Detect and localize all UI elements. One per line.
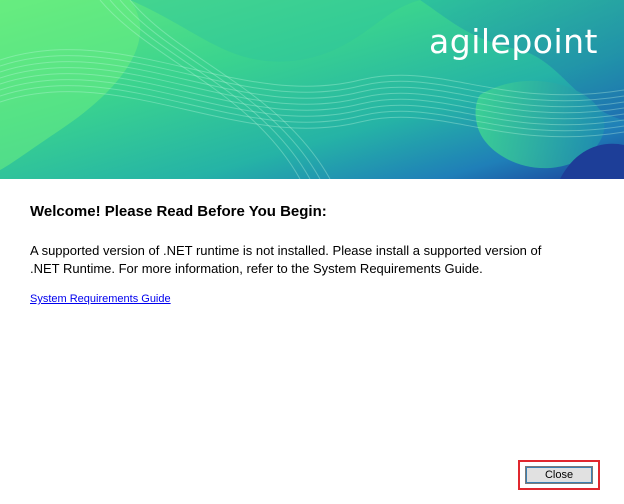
welcome-heading: Welcome! Please Read Before You Begin: — [30, 203, 327, 220]
close-button-highlight: Close — [518, 460, 600, 490]
close-button[interactable]: Close — [525, 466, 593, 484]
message-line-2: .NET Runtime. For more information, refe… — [30, 261, 483, 276]
header-banner: agilepoint — [0, 0, 624, 179]
runtime-message: A supported version of .NET runtime is n… — [30, 242, 590, 278]
system-requirements-link[interactable]: System Requirements Guide — [30, 293, 171, 305]
agilepoint-logo: agilepoint — [429, 22, 598, 61]
message-line-1: A supported version of .NET runtime is n… — [30, 243, 542, 258]
installer-window: agilepoint Welcome! Please Read Before Y… — [0, 0, 624, 504]
